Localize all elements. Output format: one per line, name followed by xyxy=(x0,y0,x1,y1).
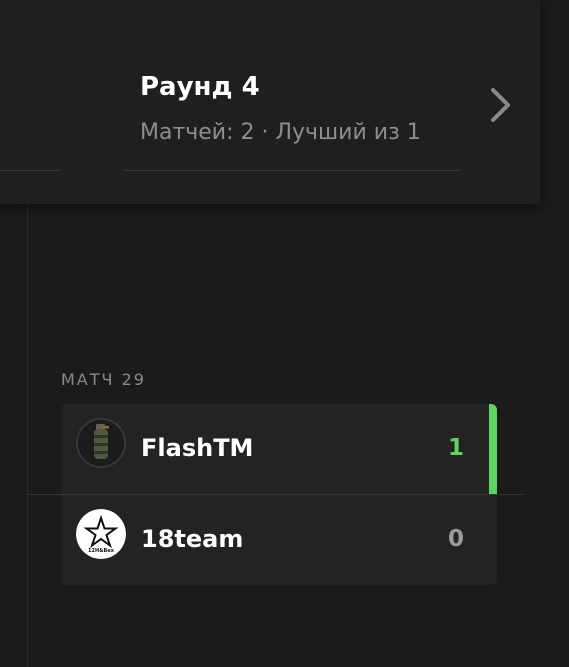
winner-indicator xyxy=(489,404,497,494)
chevron-right-icon[interactable] xyxy=(486,86,516,124)
team-name: 18team xyxy=(141,525,244,553)
round-header: Раунд 4 Матчей: 2 · Лучший из 1 xyxy=(0,0,540,204)
team-score: 1 xyxy=(447,435,464,461)
grenade-logo-icon xyxy=(76,418,126,468)
team-name: FlashTM xyxy=(141,434,254,462)
prev-round-divider xyxy=(0,170,60,171)
bracket-connector-vertical xyxy=(27,200,28,667)
round-subtitle: Матчей: 2 · Лучший из 1 xyxy=(140,120,421,145)
team-row-flashtm[interactable]: FlashTM 1 xyxy=(61,404,497,494)
round-divider xyxy=(124,170,460,171)
bracket-view: Раунд 4 Матчей: 2 · Лучший из 1 МАТЧ 29 … xyxy=(0,0,569,667)
team-row-18team[interactable]: 12H&Bex 18team 0 xyxy=(61,495,497,585)
avatar-text: 12H&Bex xyxy=(88,548,115,554)
match-label: МАТЧ 29 xyxy=(61,370,146,389)
round-title: Раунд 4 xyxy=(140,72,260,102)
team-score: 0 xyxy=(447,526,464,552)
star-badge-logo-icon: 12H&Bex xyxy=(76,509,126,559)
